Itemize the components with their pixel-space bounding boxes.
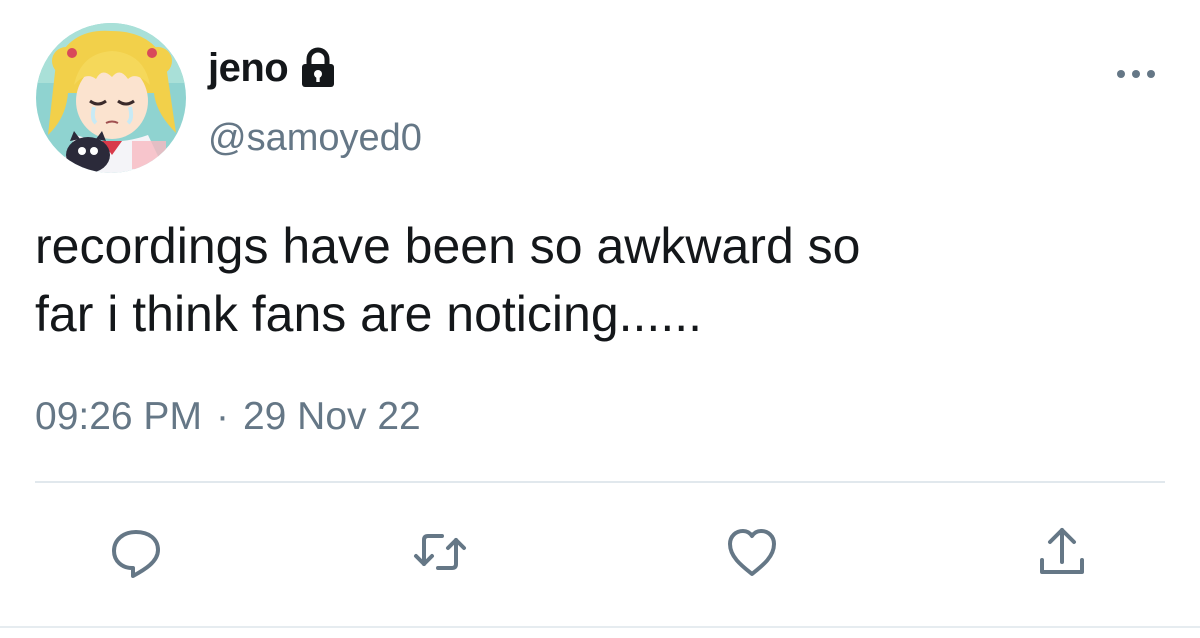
reply-icon	[112, 530, 160, 578]
tweet-text-line-2: far i think fans are noticing......	[35, 286, 702, 342]
tweet-date: 29 Nov 22	[242, 395, 421, 438]
bottom-divider	[0, 626, 1200, 628]
divider	[35, 481, 1165, 483]
avatar-image	[36, 23, 186, 173]
tweet-text-line-1: recordings have been so awkward so	[35, 218, 861, 274]
tweet-text: recordings have been so awkward so far i…	[35, 212, 1175, 348]
heart-icon	[728, 529, 776, 576]
reply-button[interactable]	[106, 522, 166, 582]
avatar[interactable]	[36, 23, 186, 173]
more-options-button[interactable]	[1112, 60, 1160, 88]
like-button[interactable]	[722, 522, 782, 582]
retweet-icon	[414, 534, 466, 570]
timestamp-separator: ·	[215, 395, 229, 438]
retweet-button[interactable]	[410, 522, 470, 582]
tweet-timestamp[interactable]: 09:26 PM · 29 Nov 22	[35, 395, 421, 439]
display-name[interactable]: jeno	[208, 46, 289, 91]
share-button[interactable]	[1032, 522, 1092, 582]
display-name-row: jeno	[208, 40, 336, 96]
user-handle[interactable]: @samoyed0	[208, 117, 422, 160]
lock-icon	[300, 47, 336, 89]
more-dots-icon	[1117, 70, 1155, 78]
share-icon	[1040, 528, 1084, 574]
tweet-time: 09:26 PM	[35, 395, 202, 438]
